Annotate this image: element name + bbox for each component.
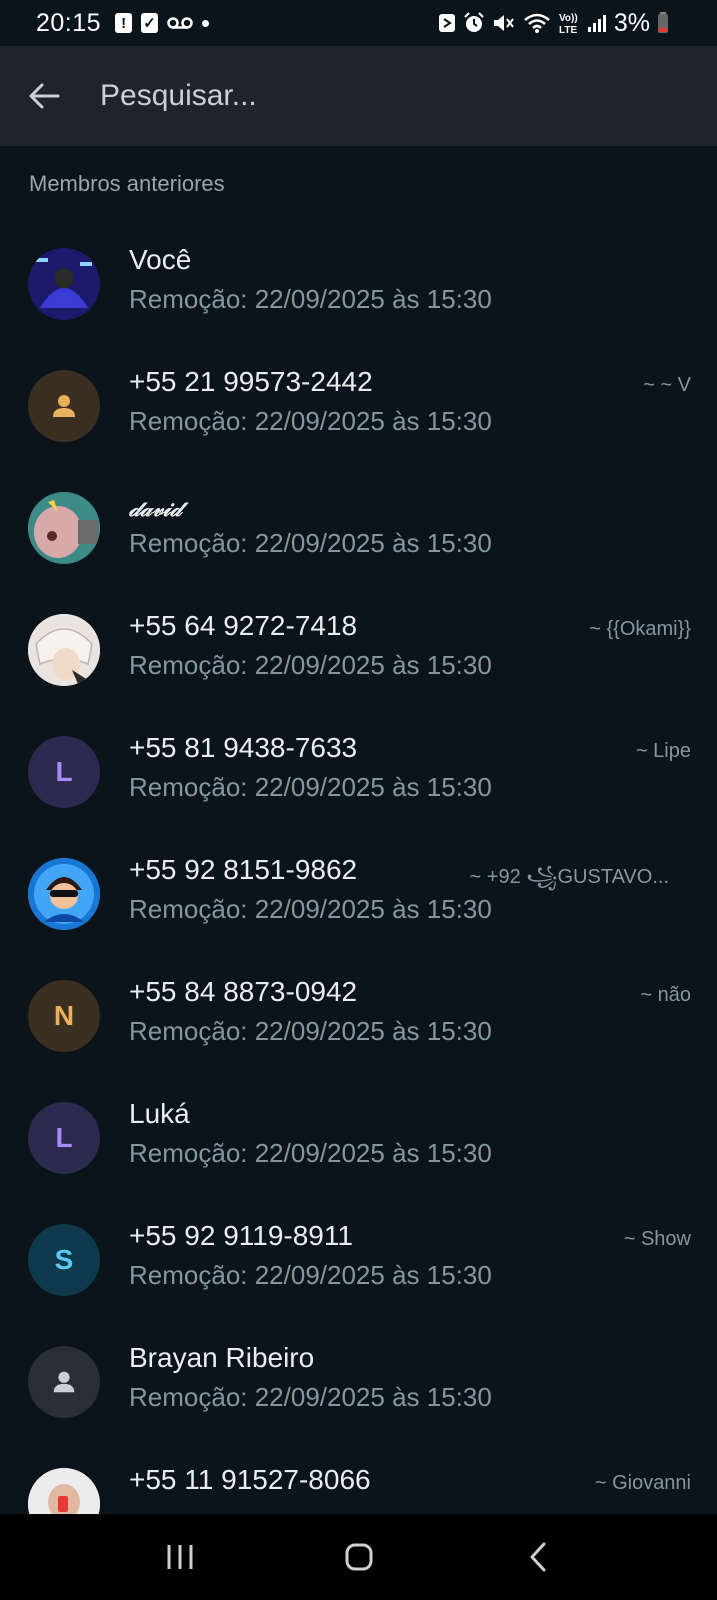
recents-icon <box>167 1545 192 1569</box>
member-row[interactable]: +55 21 99573-2442 Remoção: 22/09/2025 às… <box>0 344 717 466</box>
member-alias: ~ Lipe <box>635 740 691 762</box>
member-removal-date: Remoção: 22/09/2025 às 15:30 <box>129 406 492 436</box>
mute-icon <box>493 15 514 31</box>
member-row[interactable]: L Luká Remoção: 22/09/2025 às 15:30 <box>0 1076 717 1198</box>
section-title: Membros anteriores <box>29 171 225 196</box>
status-right-icons: Vo)) LTE 3% <box>438 0 669 46</box>
volte-icon: Vo))LTE <box>559 13 578 35</box>
member-name: +55 81 9438-7633 <box>129 732 358 763</box>
home-icon <box>345 1543 372 1571</box>
member-row[interactable]: Brayan Ribeiro Remoção: 22/09/2025 às 15… <box>0 1320 717 1442</box>
member-row[interactable]: 𝒹𝒶𝓋𝒾𝒹 Remoção: 22/09/2025 às 15:30 <box>0 466 717 588</box>
member-alias: ~ ~ V <box>643 374 691 396</box>
avatar-letter: L <box>55 1122 73 1153</box>
photo-icon <box>28 248 100 320</box>
alert-icon: ! <box>115 13 133 33</box>
voicemail-icon <box>167 17 193 29</box>
avatar <box>28 858 100 930</box>
member-removal-date: Remoção: 22/09/2025 às 15:30 <box>129 650 492 680</box>
member-name: +55 92 9119-8911 <box>129 1220 353 1251</box>
svg-text:LTE: LTE <box>559 25 577 35</box>
member-alias: ~ +92 ꧁GUSTAVO... <box>469 866 669 888</box>
avatar: N <box>28 980 100 1052</box>
avatar: L <box>28 736 100 808</box>
member-name: Você <box>129 244 192 275</box>
arrow-left-icon <box>29 83 60 109</box>
avatar <box>28 614 100 686</box>
recents-button[interactable] <box>150 1527 210 1587</box>
member-name: +55 84 8873-0942 <box>129 976 358 1007</box>
nfc-icon <box>438 14 455 32</box>
back-icon <box>530 1542 545 1572</box>
member-name: 𝒹𝒶𝓋𝒾𝒹 <box>129 496 182 522</box>
avatar <box>28 492 100 564</box>
member-removal-date: Remoção: 22/09/2025 às 15:30 <box>129 1016 492 1046</box>
member-removal-date: Remoção: 22/09/2025 às 15:30 <box>129 528 492 558</box>
back-button[interactable] <box>22 74 66 118</box>
avatar-letter: L <box>55 756 73 787</box>
battery-level: 3% <box>613 8 650 37</box>
person-icon <box>53 395 75 417</box>
status-bar: 20:15 ! ✓ Vo)) LTE 3% <box>0 0 717 46</box>
avatar-letter: S <box>54 1244 74 1275</box>
svg-text:Vo)): Vo)) <box>559 13 578 24</box>
member-row[interactable]: N +55 84 8873-0942 Remoção: 22/09/2025 à… <box>0 954 717 1076</box>
member-row[interactable]: +55 92 8151-9862 Remoção: 22/09/2025 às … <box>0 832 717 954</box>
search-bar <box>0 46 717 146</box>
member-removal-date: Remoção: 22/09/2025 às 15:30 <box>129 772 492 802</box>
alarm-icon <box>464 12 484 32</box>
avatar: L <box>28 1102 100 1174</box>
wifi-icon <box>524 13 550 33</box>
avatar <box>28 248 100 320</box>
member-name: Luká <box>129 1098 190 1129</box>
status-left-icons: ! ✓ <box>115 13 210 33</box>
avatar <box>28 370 100 442</box>
dot-icon <box>202 19 210 27</box>
member-name: Brayan Ribeiro <box>129 1342 315 1373</box>
member-name: +55 92 8151-9862 <box>129 854 358 885</box>
member-alias: ~ {{Okami}} <box>589 618 691 640</box>
home-button[interactable] <box>329 1527 389 1587</box>
member-alias: ~ Giovanni <box>594 1472 691 1494</box>
member-row[interactable]: +55 64 9272-7418 Remoção: 22/09/2025 às … <box>0 588 717 710</box>
member-alias: ~ Show <box>623 1228 691 1250</box>
members-list: Você Remoção: 22/09/2025 às 15:30 +55 21… <box>0 222 717 1564</box>
signal-icon <box>587 15 606 32</box>
member-removal-date: Remoção: 22/09/2025 às 15:30 <box>129 1260 492 1290</box>
photo-icon <box>28 492 100 564</box>
status-time: 20:15 <box>36 8 102 37</box>
member-name: +55 64 9272-7418 <box>129 610 358 641</box>
member-row[interactable]: S +55 92 9119-8911 Remoção: 22/09/2025 à… <box>0 1198 717 1320</box>
member-alias: ~ não <box>640 984 691 1006</box>
avatar: S <box>28 1224 100 1296</box>
nav-back-button[interactable] <box>508 1527 568 1587</box>
photo-icon <box>28 614 100 686</box>
member-row[interactable]: Você Remoção: 22/09/2025 às 15:30 <box>0 222 717 344</box>
person-icon <box>53 1371 75 1393</box>
avatar <box>28 1346 100 1418</box>
member-removal-date: Remoção: 22/09/2025 às 15:30 <box>129 284 492 314</box>
member-name: +55 21 99573-2442 <box>129 366 373 397</box>
member-removal-date: Remoção: 22/09/2025 às 15:30 <box>129 894 492 924</box>
member-removal-date: Remoção: 22/09/2025 às 15:30 <box>129 1382 492 1412</box>
photo-icon <box>28 858 100 930</box>
system-nav-bar <box>0 1514 717 1600</box>
avatar-letter: N <box>53 1000 75 1031</box>
search-input[interactable] <box>100 79 660 113</box>
checkbox-icon: ✓ <box>141 13 159 33</box>
battery-icon <box>658 12 668 33</box>
member-removal-date: Remoção: 22/09/2025 às 15:30 <box>129 1138 492 1168</box>
member-name: +55 11 91527-8066 <box>129 1464 371 1495</box>
member-row[interactable]: L +55 81 9438-7633 Remoção: 22/09/2025 à… <box>0 710 717 832</box>
